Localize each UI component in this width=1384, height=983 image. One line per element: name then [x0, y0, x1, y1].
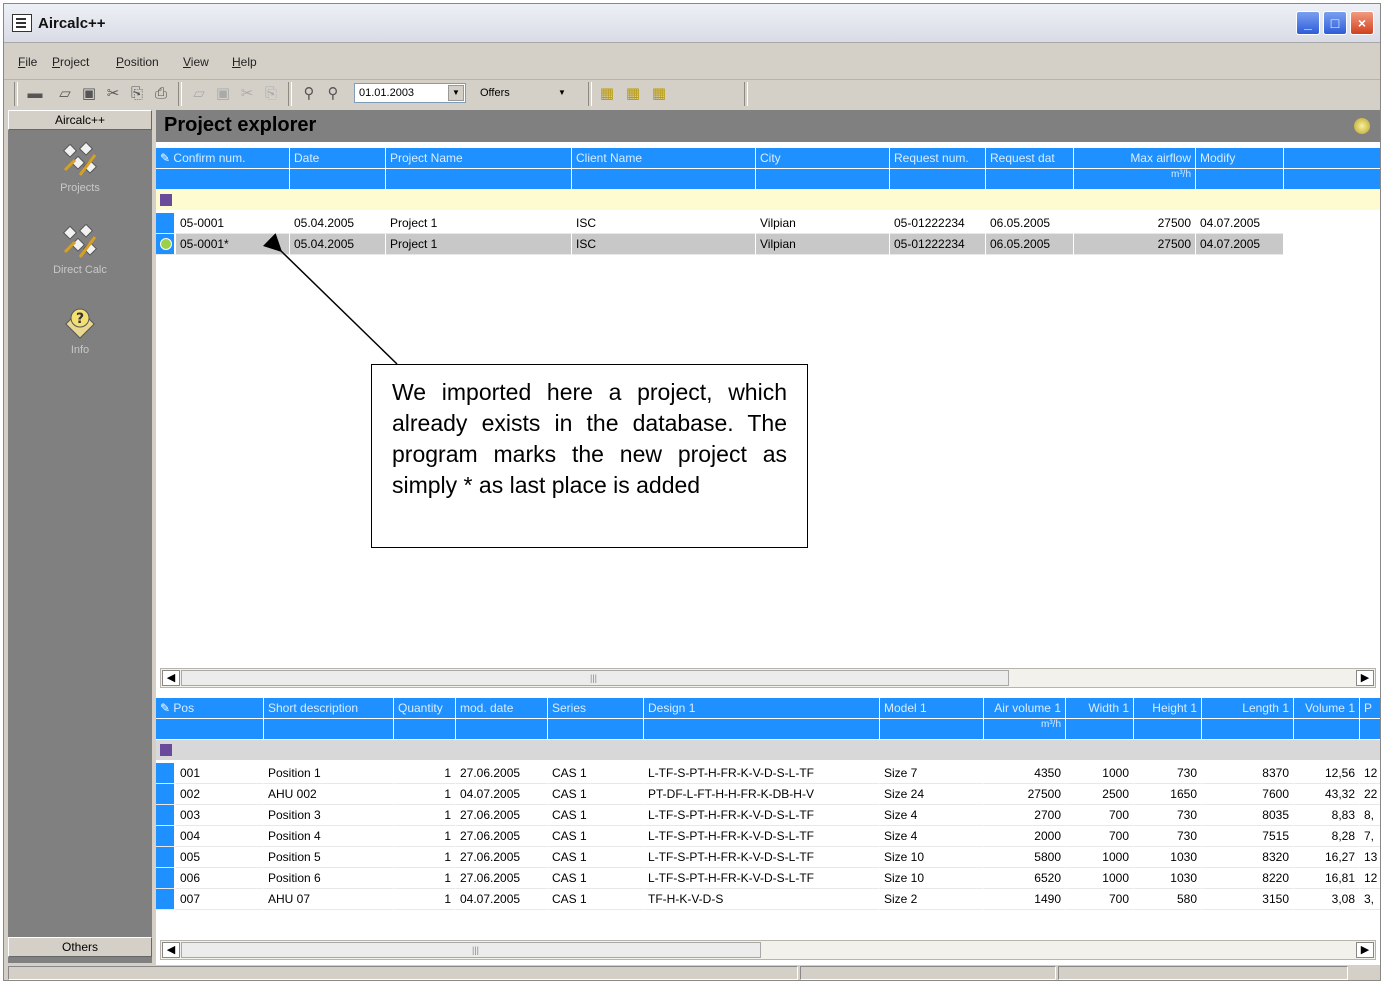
- callout-box: We imported here a project, which alread…: [371, 364, 808, 548]
